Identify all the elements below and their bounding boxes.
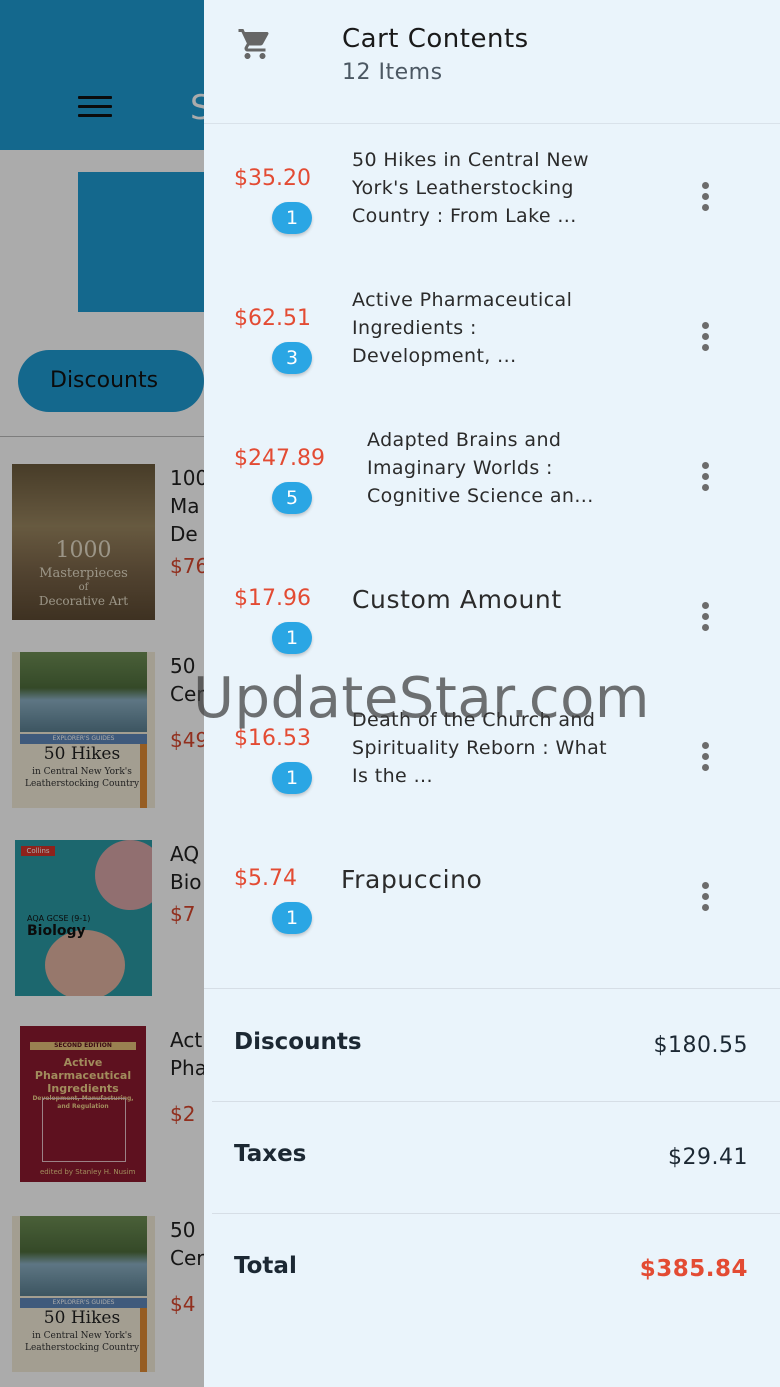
more-vert-icon[interactable] <box>700 882 710 916</box>
cart-item-name: Frapuccino <box>341 865 483 894</box>
cart-item-price: $247.89 <box>234 446 325 471</box>
cart-item[interactable]: $35.20 1 50 Hikes in Central New York's … <box>204 144 780 284</box>
quantity-badge: 5 <box>272 482 312 514</box>
taxes-label: Taxes <box>234 1141 307 1167</box>
more-vert-icon[interactable] <box>700 742 710 776</box>
discounts-value: $180.55 <box>653 1033 748 1058</box>
discounts-label: Discounts <box>234 1029 362 1055</box>
quantity-badge: 1 <box>272 762 312 794</box>
cart-item[interactable]: $5.74 1 Frapuccino <box>204 844 780 984</box>
summary-total-row: Total $385.84 <box>204 1213 780 1325</box>
more-vert-icon[interactable] <box>700 182 710 216</box>
quantity-badge: 1 <box>272 622 312 654</box>
quantity-badge: 1 <box>272 902 312 934</box>
total-value: $385.84 <box>639 1256 748 1282</box>
watermark-text: UpdateStar.com <box>193 666 650 731</box>
more-vert-icon[interactable] <box>700 462 710 496</box>
cart-item-price: $62.51 <box>234 306 311 331</box>
cart-item-price: $35.20 <box>234 166 311 191</box>
cart-item-price: $5.74 <box>234 866 297 891</box>
more-vert-icon[interactable] <box>700 602 710 636</box>
cart-item[interactable]: $62.51 3 Active Pharmaceutical Ingredien… <box>204 284 780 424</box>
cart-item-count: 12 Items <box>342 60 443 85</box>
more-vert-icon[interactable] <box>700 322 710 356</box>
summary-discounts-row: Discounts $180.55 <box>204 989 780 1101</box>
cart-item[interactable]: $247.89 5 Adapted Brains and Imaginary W… <box>204 424 780 564</box>
taxes-value: $29.41 <box>668 1145 748 1170</box>
cart-header: Cart Contents 12 Items <box>204 0 780 124</box>
shopping-cart-icon <box>238 29 269 59</box>
cart-item-name: 50 Hikes in Central New York's Leatherst… <box>352 149 589 227</box>
cart-item-name: Active Pharmaceutical Ingredients : Deve… <box>352 289 573 367</box>
cart-title: Cart Contents <box>342 24 529 54</box>
cart-item-price: $17.96 <box>234 586 311 611</box>
quantity-badge: 3 <box>272 342 312 374</box>
quantity-badge: 1 <box>272 202 312 234</box>
total-label: Total <box>234 1253 297 1279</box>
cart-item-name: Custom Amount <box>352 585 562 614</box>
cart-item-name: Adapted Brains and Imaginary Worlds : Co… <box>367 429 594 507</box>
summary-taxes-row: Taxes $29.41 <box>204 1101 780 1213</box>
